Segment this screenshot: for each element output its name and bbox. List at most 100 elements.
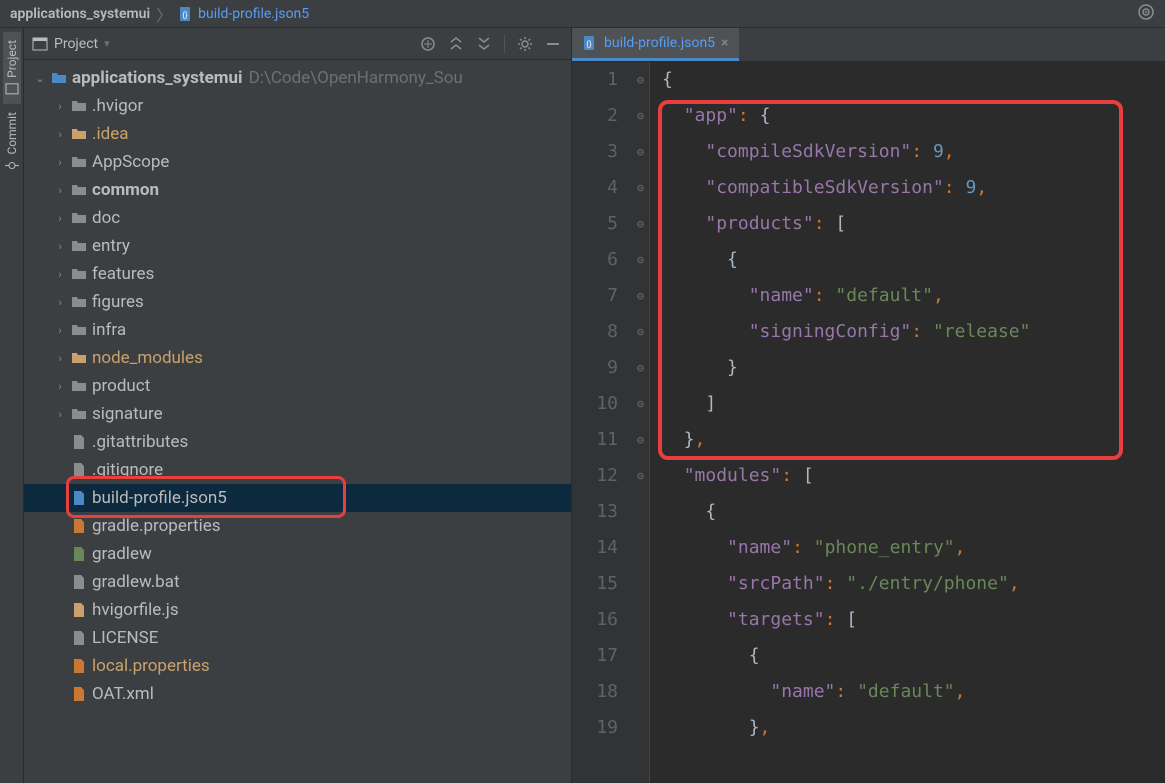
line-number: 7: [572, 278, 618, 314]
project-view-selector[interactable]: Project ▾: [32, 36, 110, 52]
folder-icon: [70, 153, 88, 171]
editor-tab-label: build-profile.json5: [604, 35, 715, 51]
tree-file[interactable]: OAT.xml: [24, 680, 571, 708]
tree-item-label: .gitignore: [92, 460, 163, 480]
panel-settings-button[interactable]: [515, 34, 535, 54]
editor-tabs: {} build-profile.json5 ×: [572, 28, 1165, 62]
tree-file[interactable]: .gitignore: [24, 456, 571, 484]
code-line[interactable]: {: [662, 638, 1165, 674]
tree-file[interactable]: .gitattributes: [24, 428, 571, 456]
tree-item-label: local.properties: [92, 656, 210, 676]
code-line[interactable]: "compatibleSdkVersion": 9,: [662, 170, 1165, 206]
editor-tab-build-profile[interactable]: {} build-profile.json5 ×: [572, 28, 739, 61]
chevron-right-icon: ›: [52, 212, 68, 225]
tree-file[interactable]: build-profile.json5: [24, 484, 571, 512]
fold-marker[interactable]: ⊖: [632, 314, 649, 350]
code-line[interactable]: },: [662, 422, 1165, 458]
target-icon[interactable]: [1137, 3, 1155, 25]
fold-marker[interactable]: ⊖: [632, 422, 649, 458]
tree-folder[interactable]: ›.hvigor: [24, 92, 571, 120]
code-line[interactable]: "name": "default",: [662, 278, 1165, 314]
tree-folder[interactable]: ›figures: [24, 288, 571, 316]
tree-file[interactable]: gradlew: [24, 540, 571, 568]
file-icon: [70, 601, 88, 619]
fold-marker[interactable]: ⊖: [632, 98, 649, 134]
breadcrumb-root[interactable]: applications_systemui: [10, 6, 150, 22]
chevron-right-icon: ›: [52, 408, 68, 421]
tree-folder[interactable]: ›node_modules: [24, 344, 571, 372]
file-icon: [70, 685, 88, 703]
line-number: 6: [572, 242, 618, 278]
code-line[interactable]: },: [662, 710, 1165, 746]
line-number: 3: [572, 134, 618, 170]
code-line[interactable]: "products": [: [662, 206, 1165, 242]
code-line[interactable]: "compileSdkVersion": 9,: [662, 134, 1165, 170]
code-line[interactable]: {: [662, 494, 1165, 530]
line-number: 16: [572, 602, 618, 638]
tree-file[interactable]: gradle.properties: [24, 512, 571, 540]
code-line[interactable]: {: [662, 62, 1165, 98]
line-number: 19: [572, 710, 618, 746]
tree-item-label: .idea: [92, 124, 128, 144]
rail-tab-commit[interactable]: Commit: [3, 104, 21, 181]
tree-folder[interactable]: ›entry: [24, 232, 571, 260]
fold-marker[interactable]: ⊖: [632, 62, 649, 98]
tree-folder[interactable]: ›signature: [24, 400, 571, 428]
fold-marker[interactable]: ⊖: [632, 242, 649, 278]
select-opened-file-button[interactable]: [418, 34, 438, 54]
fold-marker[interactable]: ⊖: [632, 386, 649, 422]
code-line[interactable]: }: [662, 350, 1165, 386]
code-line[interactable]: "signingConfig": "release": [662, 314, 1165, 350]
tree-file[interactable]: hvigorfile.js: [24, 596, 571, 624]
tree-item-label: infra: [92, 320, 126, 340]
tree-folder[interactable]: ›infra: [24, 316, 571, 344]
tree-item-label: gradlew: [92, 544, 152, 564]
code-line[interactable]: ]: [662, 386, 1165, 422]
close-icon[interactable]: ×: [721, 35, 728, 51]
expand-all-button[interactable]: [446, 34, 466, 54]
folder-icon: [70, 209, 88, 227]
fold-marker[interactable]: ⊖: [632, 170, 649, 206]
code-line[interactable]: "srcPath": "./entry/phone",: [662, 566, 1165, 602]
code-line[interactable]: "name": "default",: [662, 674, 1165, 710]
tree-item-label: .gitattributes: [92, 432, 188, 452]
tree-folder[interactable]: ›common: [24, 176, 571, 204]
code-line[interactable]: {: [662, 242, 1165, 278]
fold-marker[interactable]: ⊖: [632, 206, 649, 242]
tree-item-label: AppScope: [92, 152, 169, 172]
code-line[interactable]: "name": "phone_entry",: [662, 530, 1165, 566]
hide-panel-button[interactable]: [543, 34, 563, 54]
tree-file[interactable]: gradlew.bat: [24, 568, 571, 596]
code-content[interactable]: { "app": { "compileSdkVersion": 9, "comp…: [650, 62, 1165, 783]
chevron-right-icon: ›: [52, 156, 68, 169]
fold-marker[interactable]: ⊖: [632, 278, 649, 314]
tree-item-label: node_modules: [92, 348, 203, 368]
line-number: 14: [572, 530, 618, 566]
tree-item-label: common: [92, 180, 159, 200]
line-number: 4: [572, 170, 618, 206]
fold-gutter[interactable]: ⊖⊖⊖⊖⊖⊖⊖⊖⊖⊖⊖⊖: [632, 62, 650, 783]
editor-body[interactable]: 12345678910111213141516171819 ⊖⊖⊖⊖⊖⊖⊖⊖⊖⊖…: [572, 62, 1165, 783]
fold-marker[interactable]: ⊖: [632, 350, 649, 386]
tree-item-label: OAT.xml: [92, 684, 154, 704]
tree-folder[interactable]: › AppScope: [24, 148, 571, 176]
code-line[interactable]: "app": {: [662, 98, 1165, 134]
breadcrumb-file[interactable]: {} build-profile.json5: [178, 6, 309, 22]
code-line[interactable]: "targets": [: [662, 602, 1165, 638]
fold-marker[interactable]: ⊖: [632, 458, 649, 494]
folder-icon: [70, 349, 88, 367]
tree-folder[interactable]: ›.idea: [24, 120, 571, 148]
rail-tab-project[interactable]: Project: [3, 32, 21, 104]
tree-file[interactable]: LICENSE: [24, 624, 571, 652]
tree-root[interactable]: ⌄applications_systemuiD:\Code\OpenHarmon…: [24, 64, 571, 92]
collapse-all-button[interactable]: [474, 34, 494, 54]
code-line[interactable]: "modules": [: [662, 458, 1165, 494]
tree-item-label: .hvigor: [92, 96, 143, 116]
chevron-right-icon: ›: [52, 268, 68, 281]
tree-file[interactable]: local.properties: [24, 652, 571, 680]
fold-marker[interactable]: ⊖: [632, 134, 649, 170]
project-tree[interactable]: ⌄applications_systemuiD:\Code\OpenHarmon…: [24, 60, 571, 783]
tree-folder[interactable]: ›product: [24, 372, 571, 400]
tree-folder[interactable]: ›features: [24, 260, 571, 288]
tree-folder[interactable]: ›doc: [24, 204, 571, 232]
